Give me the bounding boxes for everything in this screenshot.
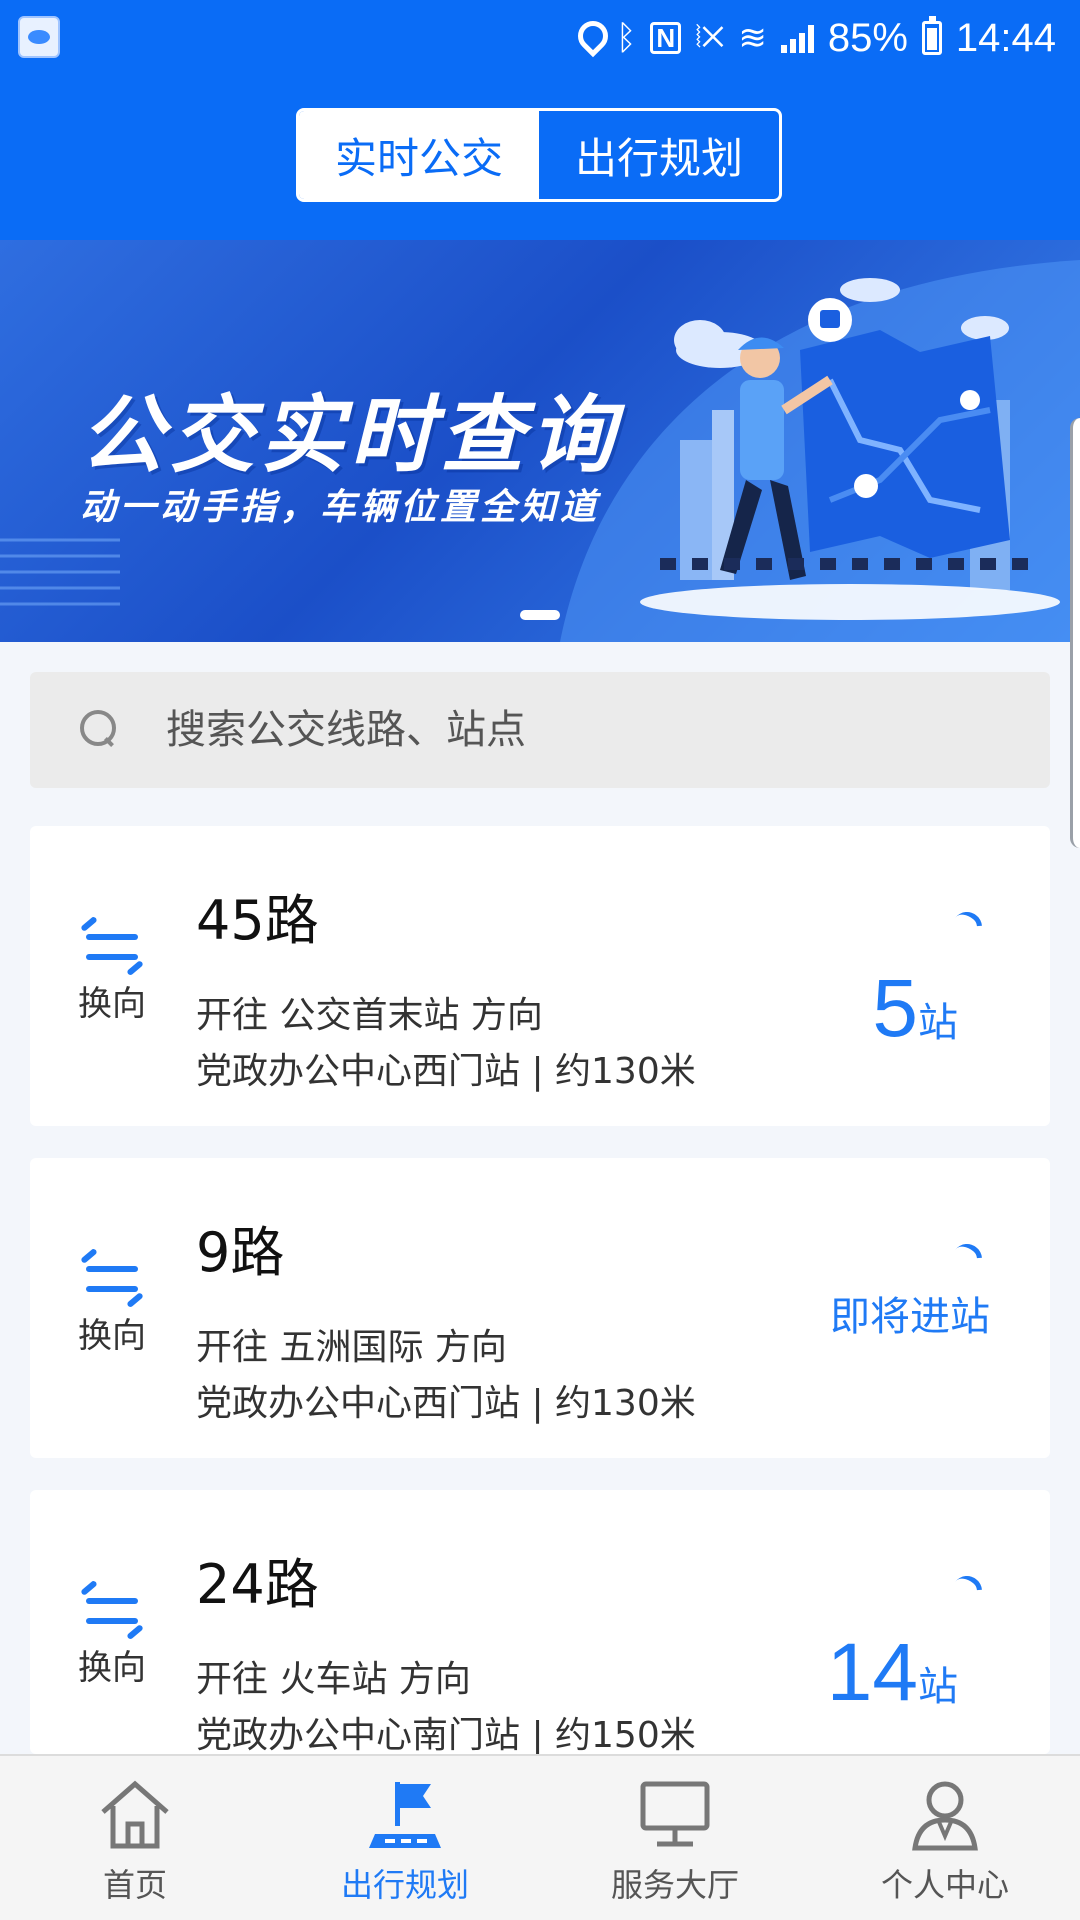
- banner-title: 公交实时查询: [80, 386, 621, 484]
- home-icon: [95, 1774, 175, 1854]
- clock: 14:44: [955, 15, 1056, 60]
- nav-label: 个人中心: [880, 1866, 1009, 1904]
- eta-number: 14: [826, 1627, 918, 1718]
- nav-item-service-hall[interactable]: 服务大厅: [540, 1756, 810, 1920]
- signal-icon: [780, 23, 814, 53]
- vibrate-icon: ⦚✕: [695, 21, 725, 54]
- swap-arrows-icon: [80, 915, 144, 977]
- eta-number: 5: [872, 963, 918, 1054]
- banner-subtitle: 动一动手指，车辆位置全知道: [80, 487, 601, 528]
- search-bar[interactable]: [30, 672, 1050, 788]
- app-header: ᛒ N ⦚✕ ≋ 85% 14:44 实时公交 出行规划: [0, 0, 1080, 240]
- tab-trip-planning[interactable]: 出行规划: [539, 111, 779, 199]
- nav-item-home[interactable]: 首页: [0, 1756, 270, 1920]
- mode-switch: 实时公交 出行规划: [296, 108, 782, 202]
- side-drawer-handle[interactable]: [1070, 418, 1080, 848]
- route-name: 24路: [196, 1553, 319, 1616]
- live-signal-icon: [945, 1237, 989, 1281]
- eta-unit: 站: [918, 1664, 958, 1710]
- wifi-icon: ≋: [738, 19, 767, 57]
- eta-stops: 5站: [872, 962, 958, 1056]
- nav-item-profile[interactable]: 个人中心: [810, 1756, 1080, 1920]
- live-signal-icon: [945, 1569, 989, 1613]
- live-signal-icon: [945, 905, 989, 949]
- tab-realtime-bus[interactable]: 实时公交: [299, 111, 539, 199]
- nav-label: 首页: [102, 1866, 167, 1904]
- monitor-icon: [635, 1774, 715, 1854]
- status-icons: ᛒ N ⦚✕ ≋ 85% 14:44: [576, 10, 1056, 66]
- app-icon: [18, 16, 60, 58]
- search-icon: [80, 710, 116, 746]
- battery-percent: 85%: [827, 15, 908, 60]
- route-direction: 开往 火车站 方向: [196, 1659, 471, 1700]
- route-stop-distance: 党政办公中心南门站 | 约150米: [196, 1715, 696, 1756]
- route-name: 9路: [196, 1221, 285, 1284]
- banner-page-indicator: [520, 610, 560, 620]
- battery-charging-icon: [921, 16, 942, 55]
- eta-stops: 14站: [827, 1626, 958, 1720]
- nfc-icon: N: [650, 22, 682, 54]
- search-input[interactable]: [166, 672, 1006, 788]
- swap-arrows-icon: [80, 1247, 144, 1309]
- nav-label: 服务大厅: [610, 1866, 739, 1904]
- swap-direction-button[interactable]: 换向: [74, 915, 150, 1025]
- swap-direction-button[interactable]: 换向: [74, 1579, 150, 1689]
- swap-arrows-icon: [80, 1579, 144, 1641]
- flag-road-icon: [365, 1774, 445, 1854]
- eta-unit: 站: [918, 1000, 958, 1046]
- nav-label: 出行规划: [340, 1866, 469, 1904]
- swap-label: 换向: [78, 984, 146, 1024]
- route-direction: 开往 公交首末站 方向: [196, 995, 543, 1036]
- promo-banner[interactable]: 公交实时查询 动一动手指，车辆位置全知道: [0, 240, 1080, 642]
- route-name: 45路: [196, 889, 319, 952]
- route-stop-distance: 党政办公中心西门站 | 约130米: [196, 1383, 696, 1424]
- nav-item-trip-planning[interactable]: 出行规划: [270, 1756, 540, 1920]
- bluetooth-icon: ᛒ: [616, 19, 637, 57]
- person-icon: [905, 1774, 985, 1854]
- location-icon: [576, 21, 602, 55]
- route-direction: 开往 五洲国际 方向: [196, 1327, 507, 1368]
- route-stop-distance: 党政办公中心西门站 | 约130米: [196, 1051, 696, 1092]
- eta-arriving: 即将进站: [830, 1294, 990, 1340]
- route-card[interactable]: 换向 24路 开往 火车站 方向 党政办公中心南门站 | 约150米 14站: [30, 1490, 1050, 1756]
- status-bar: ᛒ N ⦚✕ ≋ 85% 14:44: [0, 0, 1080, 76]
- route-card[interactable]: 换向 9路 开往 五洲国际 方向 党政办公中心西门站 | 约130米 即将进站: [30, 1158, 1050, 1458]
- bottom-nav: 首页 出行规划 服务大厅 个人中心: [0, 1754, 1080, 1920]
- route-card[interactable]: 换向 45路 开往 公交首末站 方向 党政办公中心西门站 | 约130米 5站: [30, 826, 1050, 1126]
- swap-label: 换向: [78, 1648, 146, 1688]
- swap-direction-button[interactable]: 换向: [74, 1247, 150, 1357]
- swap-label: 换向: [78, 1316, 146, 1356]
